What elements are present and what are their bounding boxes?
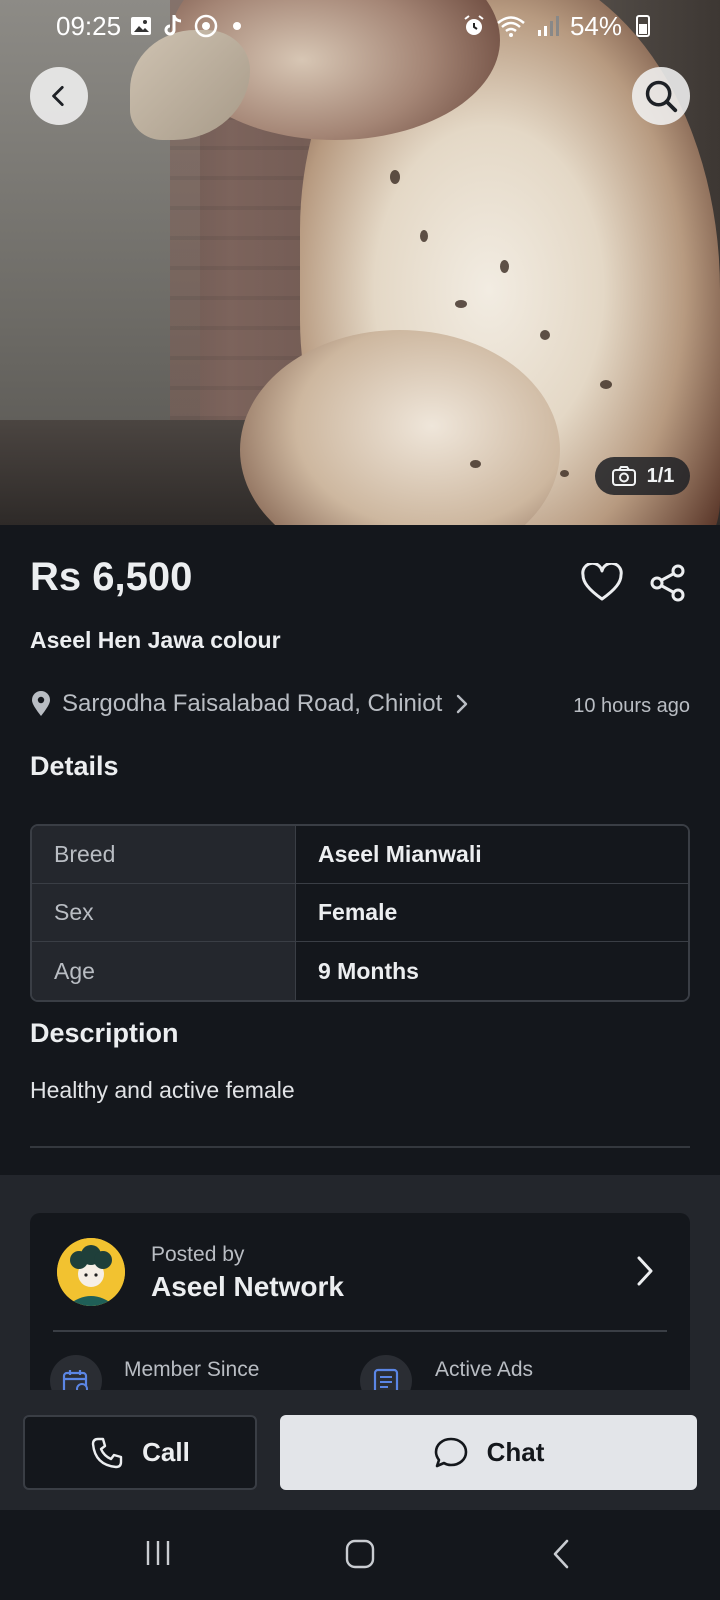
photo-speck [390, 170, 400, 184]
photo-speck [600, 380, 612, 389]
details-table: Breed Aseel Mianwali Sex Female Age 9 Mo… [30, 824, 690, 1002]
photo-counter-text: 1/1 [646, 464, 675, 487]
seller-card[interactable]: Posted by Aseel Network Member Since Act… [30, 1213, 690, 1390]
bottom-action-bar: Call Chat [0, 1390, 720, 1510]
seller-name[interactable]: Aseel Network [151, 1271, 344, 1303]
details-key: Age [32, 942, 295, 1000]
search-icon [645, 80, 678, 113]
heart-icon [581, 561, 623, 601]
details-value: 9 Months [295, 942, 688, 1000]
chevron-right-icon [637, 1256, 653, 1286]
seller-profile-button[interactable] [630, 1253, 660, 1294]
photo-speck [540, 330, 550, 340]
location-link[interactable]: Sargodha Faisalabad Road, Chiniot [30, 690, 472, 718]
home-icon [345, 1539, 375, 1569]
avatar [57, 1238, 125, 1306]
description-text: Healthy and active female [30, 1077, 295, 1103]
card-divider [53, 1330, 667, 1332]
posted-by-label: Posted by [151, 1243, 245, 1266]
description-heading: Description [30, 1018, 179, 1048]
photo-speck [560, 470, 569, 477]
system-back-button[interactable] [550, 1538, 574, 1575]
call-button[interactable]: Call [23, 1415, 257, 1490]
call-label: Call [142, 1437, 190, 1467]
back-arrow-icon [553, 1539, 569, 1569]
share-button[interactable] [648, 563, 688, 608]
alarm-icon [464, 15, 484, 35]
details-row: Age 9 Months [32, 942, 688, 1000]
active-ads-badge [360, 1355, 412, 1390]
wifi-icon [497, 16, 525, 37]
listing-price: Rs 6,500 [30, 555, 193, 599]
details-key: Sex [32, 884, 295, 941]
chat-button[interactable]: Chat [280, 1415, 697, 1490]
details-value: Aseel Mianwali [295, 826, 688, 883]
status-time: 09:25 [56, 10, 122, 41]
chevron-left-icon [52, 85, 64, 107]
status-bar: 09:25 54% [0, 0, 720, 52]
favorite-button[interactable] [580, 561, 624, 608]
share-icon [650, 564, 685, 602]
search-button[interactable] [632, 67, 690, 125]
home-button[interactable] [344, 1538, 376, 1575]
listing-title: Aseel Hen Jawa colour [30, 627, 281, 653]
recent-apps-icon [146, 1541, 170, 1565]
phone-icon [91, 1437, 123, 1468]
battery-icon [636, 15, 650, 37]
photo-speck [455, 300, 467, 308]
dot-icon [233, 22, 242, 30]
camera-icon [611, 466, 636, 486]
photo-speck [500, 260, 509, 273]
tiktok-icon [164, 15, 182, 36]
system-navigation-bar [0, 1510, 720, 1600]
listing-photo[interactable]: 1/1 [0, 0, 720, 525]
back-button[interactable] [30, 67, 88, 125]
calendar-icon [62, 1370, 88, 1390]
gallery-icon [131, 17, 152, 35]
avatar-illustration-icon [57, 1238, 125, 1306]
location-text: Sargodha Faisalabad Road, Chiniot [62, 690, 443, 717]
photo-speck [470, 460, 481, 468]
photo-speck [420, 230, 428, 242]
details-heading: Details [30, 751, 119, 781]
chat-label: Chat [486, 1437, 545, 1467]
divider [30, 1146, 690, 1148]
member-since-label: Member Since [124, 1358, 260, 1381]
posted-time: 10 hours ago [573, 695, 690, 717]
ad-document-icon [373, 1368, 399, 1390]
active-ads-label: Active Ads [435, 1358, 534, 1381]
location-pin-icon [32, 691, 50, 716]
listing-content: Rs 6,500 Aseel Hen Jawa colour Sargodha … [0, 525, 720, 1175]
chat-bubble-icon [434, 1437, 467, 1467]
screen-recorder-icon [194, 14, 218, 38]
recent-apps-button[interactable] [143, 1538, 173, 1573]
details-row: Sex Female [32, 884, 688, 942]
signal-icon [537, 16, 559, 36]
details-row: Breed Aseel Mianwali [32, 826, 688, 884]
battery-percent: 54% [569, 10, 622, 41]
details-key: Breed [32, 826, 295, 883]
member-since-badge [50, 1355, 102, 1390]
details-value: Female [295, 884, 688, 941]
chevron-right-icon [457, 694, 468, 714]
photo-counter: 1/1 [595, 457, 690, 495]
